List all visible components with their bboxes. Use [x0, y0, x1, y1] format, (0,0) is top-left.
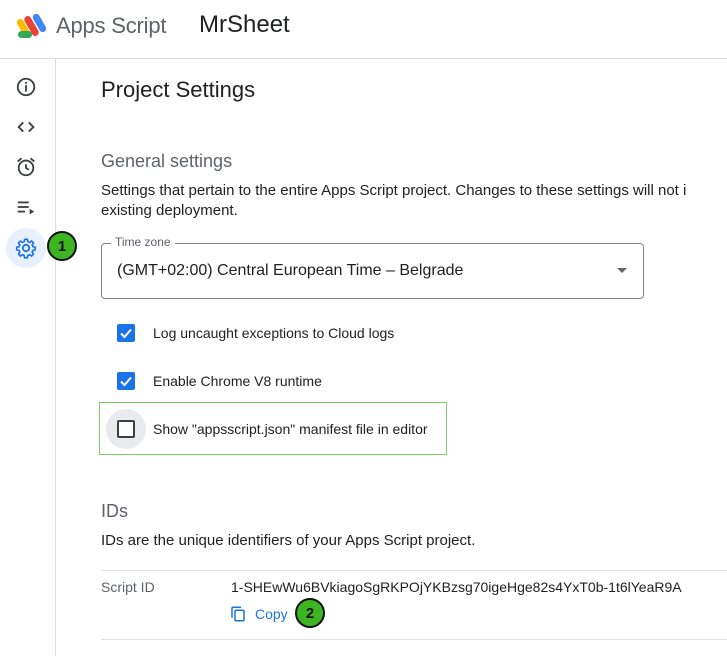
- v8-runtime-label: Enable Chrome V8 runtime: [153, 373, 322, 389]
- timezone-value: (GMT+02:00) Central European Time – Belg…: [117, 262, 464, 279]
- checkbox-row-v8-runtime[interactable]: Enable Chrome V8 runtime: [106, 361, 322, 401]
- brand-name: Apps Script: [56, 13, 167, 38]
- general-settings-description-line1: Settings that pertain to the entire Apps…: [101, 182, 687, 199]
- checkbox-ring: [106, 361, 146, 401]
- executions-icon: [17, 201, 35, 215]
- timezone-select[interactable]: (GMT+02:00) Central European Time – Belg…: [101, 243, 644, 299]
- copy-icon: [231, 606, 245, 622]
- code-icon: [17, 121, 35, 133]
- divider: [101, 570, 727, 571]
- checkbox-ring: [106, 313, 146, 353]
- checkbox-row-log-exceptions[interactable]: Log uncaught exceptions to Cloud logs: [106, 313, 394, 353]
- rail-executions-button[interactable]: [8, 189, 44, 225]
- step-marker-2: 2: [295, 598, 325, 628]
- ids-description: IDs are the unique identifiers of your A…: [101, 532, 476, 549]
- checkmark-icon: [120, 328, 132, 339]
- project-name[interactable]: MrSheet: [199, 11, 290, 39]
- rail-overview-button[interactable]: [8, 69, 44, 105]
- show-manifest-label: Show "appsscript.json" manifest file in …: [153, 421, 428, 437]
- checkbox-row-show-manifest[interactable]: Show "appsscript.json" manifest file in …: [106, 409, 428, 449]
- script-id-value: 1-SHEwWu6BVkiagoSgRKPOjYKBzsg70igeHge82s…: [231, 579, 682, 595]
- checkmark-icon: [120, 376, 132, 387]
- checkbox-ring: [106, 409, 146, 449]
- rail-triggers-button[interactable]: [8, 149, 44, 185]
- log-exceptions-checkbox[interactable]: [117, 324, 135, 342]
- gear-icon: [15, 238, 37, 259]
- ids-heading: IDs: [101, 501, 128, 521]
- divider: [101, 639, 727, 640]
- alarm-icon: [17, 157, 35, 177]
- rail-editor-button[interactable]: [8, 109, 44, 145]
- step-marker-1: 1: [47, 231, 77, 261]
- general-settings-description-line2: existing deployment.: [101, 202, 238, 219]
- top-bar: Apps Script MrSheet: [0, 0, 727, 59]
- rail-settings-button[interactable]: [6, 228, 46, 268]
- timezone-label: Time zone: [111, 235, 175, 249]
- general-settings-heading: General settings: [101, 151, 233, 171]
- left-nav-rail: [0, 59, 56, 656]
- dropdown-caret-icon: [617, 268, 627, 273]
- copy-script-id-button[interactable]: Copy: [229, 603, 288, 625]
- script-id-label: Script ID: [101, 579, 155, 595]
- v8-runtime-checkbox[interactable]: [117, 372, 135, 390]
- apps-script-logo-icon[interactable]: [17, 12, 51, 40]
- copy-label: Copy: [255, 606, 288, 622]
- page-title: Project Settings: [101, 77, 256, 102]
- log-exceptions-label: Log uncaught exceptions to Cloud logs: [153, 325, 395, 341]
- show-manifest-checkbox[interactable]: [117, 420, 135, 438]
- info-icon: [16, 77, 36, 97]
